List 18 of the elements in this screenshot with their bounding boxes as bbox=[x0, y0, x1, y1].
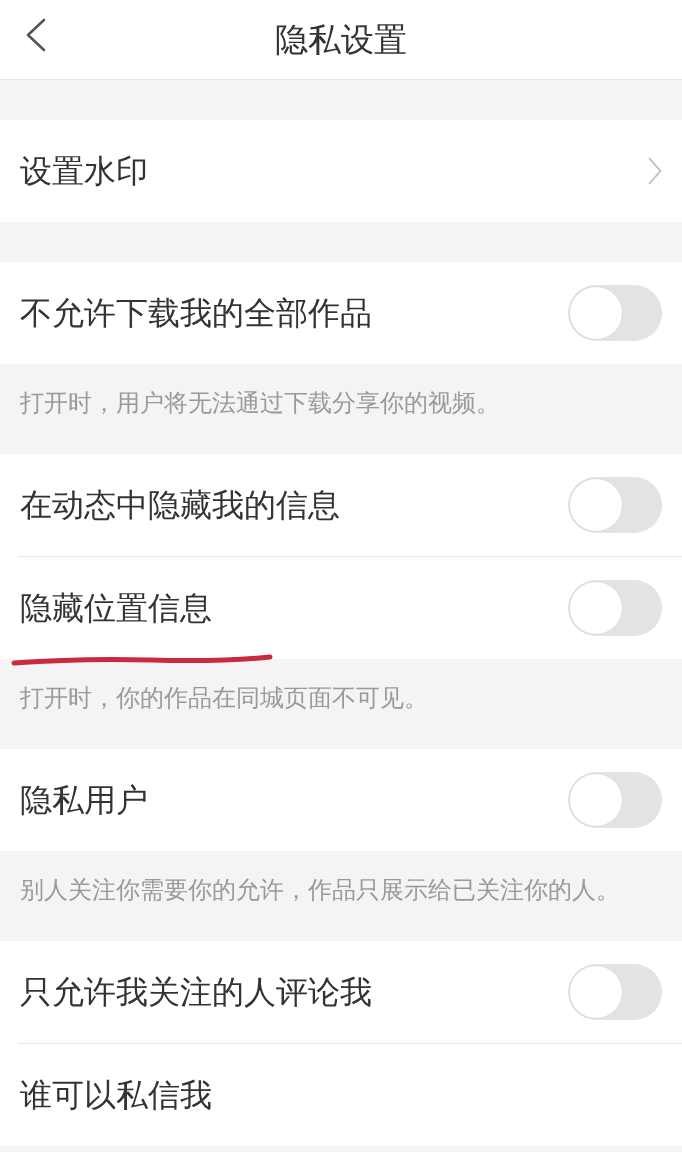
toggle-switch[interactable] bbox=[568, 964, 662, 1020]
settings-menu-item[interactable]: 谁可以私信我 bbox=[0, 1044, 682, 1146]
setting-description: 打开时，用户将无法通过下载分享你的视频。 bbox=[20, 389, 500, 417]
setting-label: 只允许我关注的人评论我 bbox=[20, 972, 372, 1013]
toggle-switch[interactable] bbox=[568, 580, 662, 636]
back-icon[interactable] bbox=[24, 18, 46, 52]
setting-label: 在动态中隐藏我的信息 bbox=[20, 485, 340, 526]
toggle-switch[interactable] bbox=[568, 772, 662, 828]
setting-label: 隐私用户 bbox=[20, 780, 148, 821]
setting-description: 打开时，你的作品在同城页面不可见。 bbox=[20, 684, 428, 712]
setting-label: 隐藏位置信息 bbox=[20, 588, 212, 629]
toggle-switch[interactable] bbox=[568, 477, 662, 533]
toggle-switch[interactable] bbox=[568, 285, 662, 341]
chevron-right-icon bbox=[648, 157, 662, 185]
setting-label: 不允许下载我的全部作品 bbox=[20, 293, 372, 334]
page-title: 隐私设置 bbox=[275, 19, 407, 60]
settings-menu-item[interactable]: 设置水印 bbox=[0, 120, 682, 222]
setting-description: 别人关注你需要你的允许，作品只展示给已关注你的人。 bbox=[20, 876, 620, 904]
